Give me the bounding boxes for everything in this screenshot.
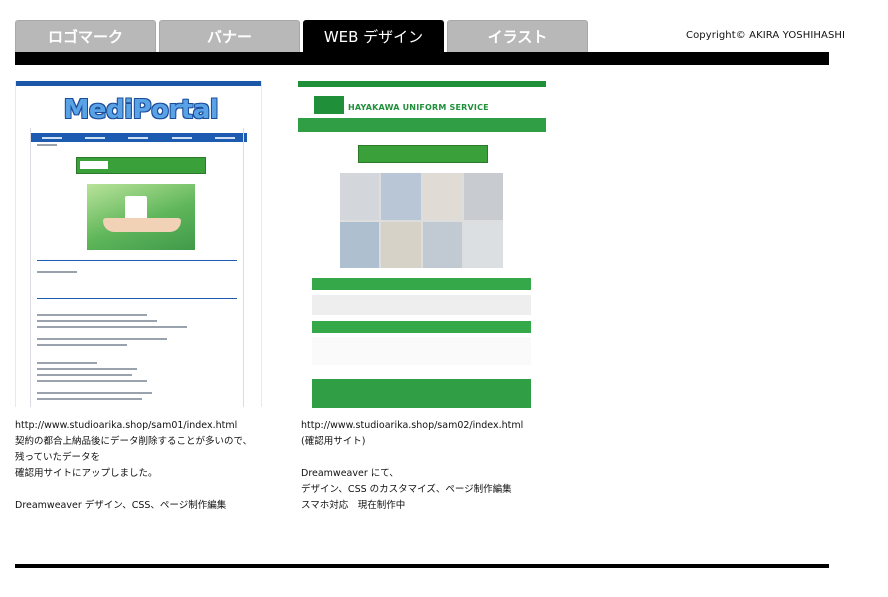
work-caption-1: http://www.studioarika.shop/sam01/index.… bbox=[15, 418, 252, 514]
caption-line bbox=[301, 450, 523, 466]
thumb-nav-bar bbox=[298, 118, 546, 132]
caption-line: Dreamweaver にて、 bbox=[301, 468, 399, 479]
uniform-photo-collage bbox=[340, 173, 503, 268]
hospital-hand-image bbox=[87, 184, 195, 250]
thumb-section-header bbox=[312, 321, 531, 333]
work-thumbnail-mediportal[interactable]: MediPortal bbox=[15, 81, 262, 407]
caption-line: デザイン、CSS のカスタマイズ、ページ制作編集 bbox=[301, 484, 512, 495]
caption-line: (確認用サイト) bbox=[301, 436, 366, 447]
caption-line bbox=[15, 482, 252, 498]
footer-divider bbox=[15, 564, 829, 568]
copyright-text: Copyright© AKIRA YOSHIHASHI bbox=[686, 30, 846, 41]
thumb-top-strip bbox=[16, 81, 261, 86]
work-thumbnail-hayakawa[interactable]: HAYAKAWA UNIFORM SERVICE bbox=[298, 81, 546, 408]
work-caption-2: http://www.studioarika.shop/sam02/index.… bbox=[301, 418, 523, 514]
caption-line: スマホ対応 現在制作中 bbox=[301, 500, 406, 511]
thumb-header: HAYAKAWA UNIFORM SERVICE bbox=[298, 87, 546, 119]
work-url-link[interactable]: http://www.studioarika.shop/sam02/index.… bbox=[301, 418, 523, 434]
thumb-ad-banner bbox=[358, 145, 488, 163]
thumb-section-body bbox=[312, 337, 531, 365]
header-divider bbox=[15, 52, 829, 65]
work-url-link[interactable]: http://www.studioarika.shop/sam01/index.… bbox=[15, 418, 252, 434]
caption-line: 残っていたデータを bbox=[15, 452, 101, 463]
tab-banner[interactable]: バナー bbox=[159, 20, 300, 52]
thumb-ad-banner bbox=[76, 157, 206, 174]
caption-line: 契約の都合上納品後にデータ削除することが多いので、 bbox=[15, 436, 253, 447]
thumb-section-body bbox=[312, 295, 531, 315]
caption-line: 確認用サイトにアップしました。 bbox=[15, 468, 158, 479]
hayakawa-logo-icon bbox=[314, 96, 344, 114]
mediportal-logo: MediPortal bbox=[63, 95, 219, 125]
thumb-section-header bbox=[312, 278, 531, 290]
hayakawa-logo-text: HAYAKAWA UNIFORM SERVICE bbox=[348, 103, 489, 112]
tab-logo-mark[interactable]: ロゴマーク bbox=[15, 20, 156, 52]
caption-line: Dreamweaver デザイン、CSS、ページ制作編集 bbox=[15, 500, 227, 511]
tab-illust[interactable]: イラスト bbox=[447, 20, 588, 52]
thumb-footer bbox=[312, 379, 531, 408]
thumb-body bbox=[30, 128, 244, 407]
tab-web-design[interactable]: WEB デザイン bbox=[303, 20, 444, 52]
tab-bar: ロゴマーク バナー WEB デザイン イラスト bbox=[15, 20, 588, 52]
